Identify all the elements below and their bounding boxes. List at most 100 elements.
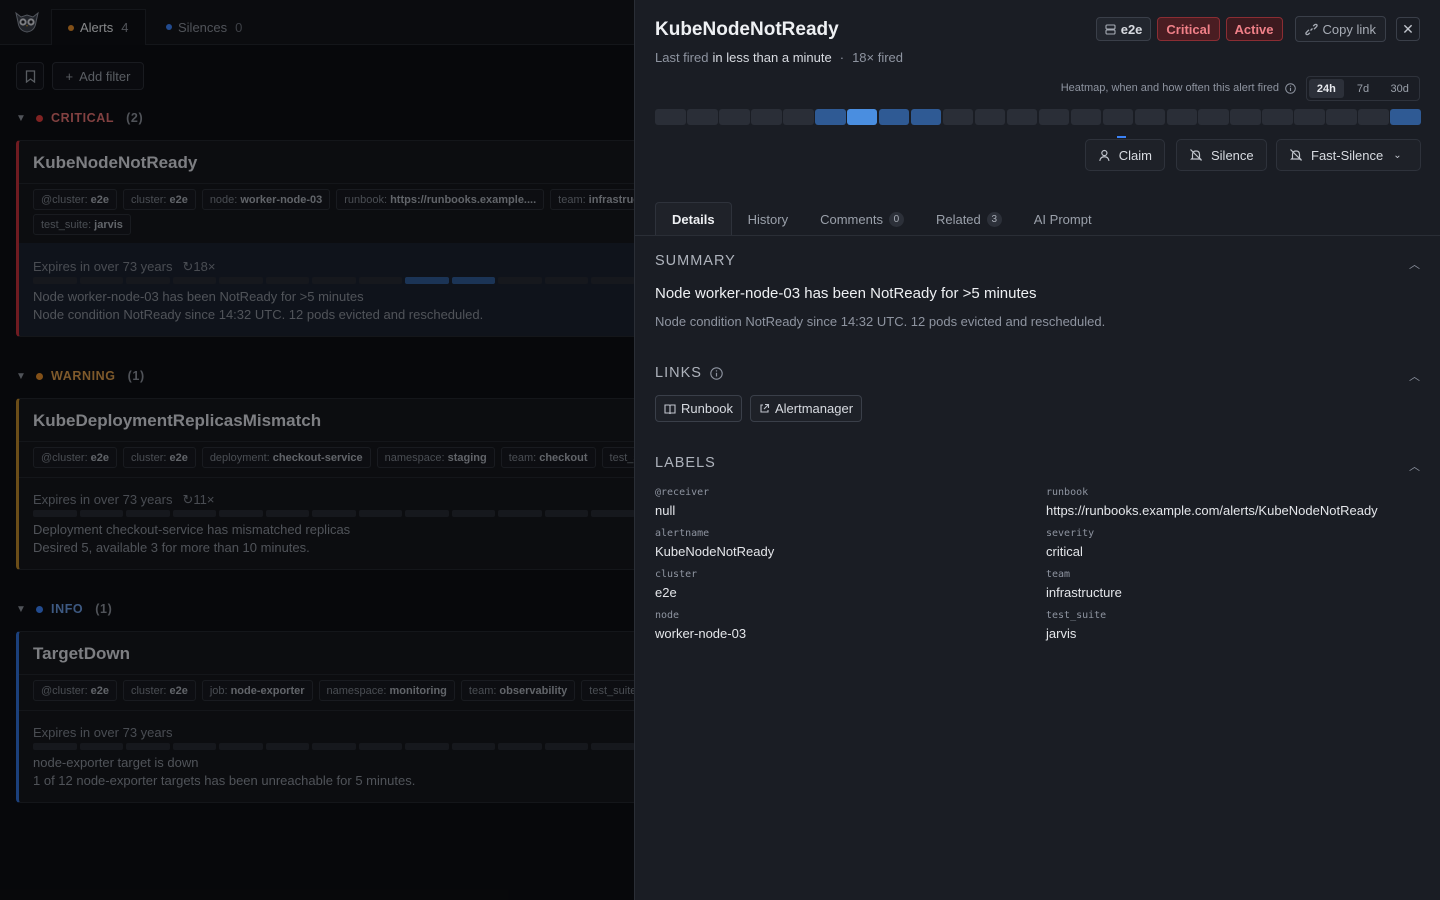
modal-backdrop[interactable]	[0, 0, 634, 900]
label-value: null	[655, 503, 676, 518]
tab-label: Related	[935, 211, 981, 227]
label-value[interactable]: https://runbooks.example.com/alerts/Kube…	[1046, 503, 1378, 518]
heatmap-cell[interactable]	[1102, 109, 1134, 125]
user-icon	[1099, 149, 1110, 161]
tabs-divider	[635, 235, 1440, 236]
heatmap-cell[interactable]	[750, 109, 782, 125]
chevron-up-icon[interactable]: ︿	[1409, 458, 1420, 474]
chevron-up-icon[interactable]: ︿	[1409, 368, 1420, 384]
drawer-subtitle: Last fired in less than a minute · 18× f…	[655, 50, 903, 65]
silence-button[interactable]: Silence	[1176, 139, 1267, 171]
drawer-title: KubeNodeNotReady	[655, 19, 839, 40]
heatmap-cell[interactable]	[974, 109, 1006, 125]
label-value: e2e	[655, 585, 677, 600]
range-24h[interactable]: 24h	[1309, 79, 1344, 98]
heatmap-cell[interactable]	[1038, 109, 1070, 125]
tab-history[interactable]: History	[732, 202, 804, 236]
current-time-marker	[1117, 136, 1126, 138]
bell-off-icon	[1290, 149, 1302, 161]
labels-heading[interactable]: LABELS	[655, 455, 716, 471]
label-value: worker-node-03	[655, 626, 747, 641]
tab-comments[interactable]: Comments 0	[804, 202, 920, 236]
heatmap-cell[interactable]	[1134, 109, 1166, 125]
label-key: node	[655, 610, 680, 621]
info-icon[interactable]	[710, 366, 723, 380]
label-key: runbook	[1046, 487, 1089, 498]
heatmap-cell[interactable]	[846, 109, 878, 125]
summary-heading-label: SUMMARY	[655, 253, 736, 269]
heatmap-cell[interactable]	[1070, 109, 1102, 125]
drawer-header-actions: e2e Critical Active Copy link ✕	[1095, 16, 1420, 42]
heatmap-cell[interactable]	[1262, 109, 1294, 125]
label-key: severity	[1046, 528, 1095, 539]
label-key: alertname	[655, 528, 710, 539]
link-icon	[1304, 23, 1318, 35]
server-icon	[1105, 23, 1116, 35]
label-value: critical	[1046, 544, 1083, 559]
chevron-up-icon[interactable]: ︿	[1409, 256, 1420, 272]
severity-badge: Critical	[1157, 17, 1220, 41]
heatmap-caption: Heatmap, when and how often this alert f…	[1061, 82, 1296, 94]
label-key: @receiver	[655, 487, 710, 498]
fast-silence-button[interactable]: Fast-Silence ⌄	[1276, 139, 1421, 171]
tab-label: Comments	[820, 211, 883, 227]
range-7d[interactable]: 7d	[1346, 79, 1381, 98]
heatmap-cell[interactable]	[878, 109, 910, 125]
heatmap-cell[interactable]	[1326, 109, 1358, 125]
tab-label: Details	[672, 212, 715, 227]
heatmap-cell[interactable]	[1198, 109, 1230, 125]
heatmap-cell[interactable]	[1390, 109, 1421, 125]
heatmap-cell[interactable]	[782, 109, 814, 125]
heatmap-caption-text: Heatmap, when and how often this alert f…	[1060, 82, 1279, 94]
heatmap-cell[interactable]	[655, 109, 686, 125]
copy-link-label: Copy link	[1322, 21, 1376, 37]
heatmap-cell[interactable]	[1230, 109, 1262, 125]
heatmap-cell[interactable]	[1006, 109, 1038, 125]
chevron-down-icon: ⌄	[1393, 149, 1402, 161]
tab-details[interactable]: Details	[655, 202, 732, 236]
heatmap-cell[interactable]	[1294, 109, 1326, 125]
heatmap-cell[interactable]	[942, 109, 974, 125]
bell-off-icon	[1190, 149, 1202, 161]
alertmanager-link[interactable]: Alertmanager	[750, 395, 863, 422]
close-icon: ✕	[1402, 20, 1414, 37]
close-button[interactable]: ✕	[1396, 17, 1420, 41]
label-key: cluster	[655, 569, 698, 580]
tab-badge: 3	[986, 211, 1002, 227]
firing-heatmap	[655, 109, 1421, 125]
tab-related[interactable]: Related 3	[920, 202, 1018, 236]
info-icon[interactable]	[1285, 82, 1296, 94]
range-30d[interactable]: 30d	[1382, 79, 1417, 98]
label-key: team	[1046, 569, 1071, 580]
links-heading-label: LINKS	[655, 365, 702, 381]
alertmanager-link-label: Alertmanager	[775, 401, 854, 416]
label-value: infrastructure	[1046, 585, 1122, 600]
heatmap-cell[interactable]	[814, 109, 846, 125]
state-badge: Active	[1225, 17, 1283, 41]
cluster-pill: e2e	[1095, 17, 1152, 41]
tab-ai-prompt[interactable]: AI Prompt	[1018, 202, 1108, 236]
heatmap-cell[interactable]	[910, 109, 942, 125]
drawer-tabs: Details History Comments 0 Related 3 AI Pr…	[655, 202, 1108, 236]
alert-detail-drawer: KubeNodeNotReady Last fired in less than…	[634, 0, 1440, 900]
links-heading[interactable]: LINKS	[655, 365, 723, 381]
claim-button[interactable]: Claim	[1085, 139, 1165, 171]
heatmap-cell[interactable]	[1166, 109, 1198, 125]
fired-count: 18× fired	[852, 50, 904, 65]
heatmap-range-toggle: 24h 7d 30d	[1306, 76, 1420, 101]
claim-label: Claim	[1118, 147, 1152, 163]
heatmap-cell[interactable]	[718, 109, 750, 125]
fast-silence-label: Fast-Silence	[1311, 147, 1384, 163]
runbook-link-label: Runbook	[681, 401, 734, 416]
runbook-link[interactable]: Runbook	[655, 395, 743, 422]
label-key: test_suite	[1046, 610, 1107, 621]
tab-label: History	[747, 211, 789, 227]
copy-link-button[interactable]: Copy link	[1294, 16, 1386, 42]
summary-description: Node condition NotReady since 14:32 UTC.…	[655, 314, 1106, 329]
last-fired-prefix: Last fired	[655, 50, 709, 65]
heatmap-cell[interactable]	[686, 109, 718, 125]
summary-heading[interactable]: SUMMARY	[655, 253, 736, 269]
tab-label: AI Prompt	[1033, 211, 1092, 227]
separator-dot: ·	[839, 50, 845, 65]
heatmap-cell[interactable]	[1358, 109, 1389, 125]
